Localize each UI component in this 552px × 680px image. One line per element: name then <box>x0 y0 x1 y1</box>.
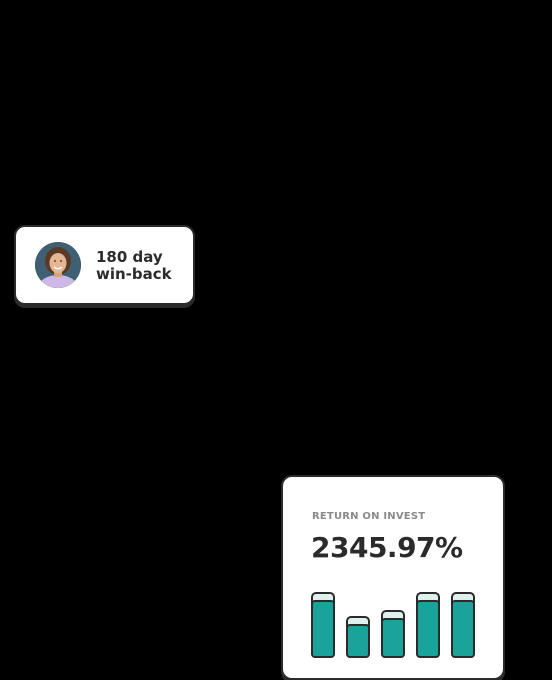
chart-bar <box>381 610 405 658</box>
winback-label: 180 day win-back <box>96 249 172 283</box>
roi-value: 2345.97% <box>311 531 463 564</box>
winback-badge-card: 180 day win-back <box>14 225 195 305</box>
chart-bar <box>416 592 440 658</box>
person-avatar-icon <box>35 242 81 288</box>
winback-line-2: win-back <box>96 265 172 283</box>
roi-card: RETURN ON INVEST 2345.97% <box>281 475 505 680</box>
roi-label: RETURN ON INVEST <box>312 511 426 522</box>
winback-line-1: 180 day <box>96 248 163 266</box>
chart-bar <box>451 592 475 658</box>
chart-bar <box>311 592 335 658</box>
chart-bar <box>346 616 370 658</box>
roi-bar-chart <box>311 592 475 658</box>
